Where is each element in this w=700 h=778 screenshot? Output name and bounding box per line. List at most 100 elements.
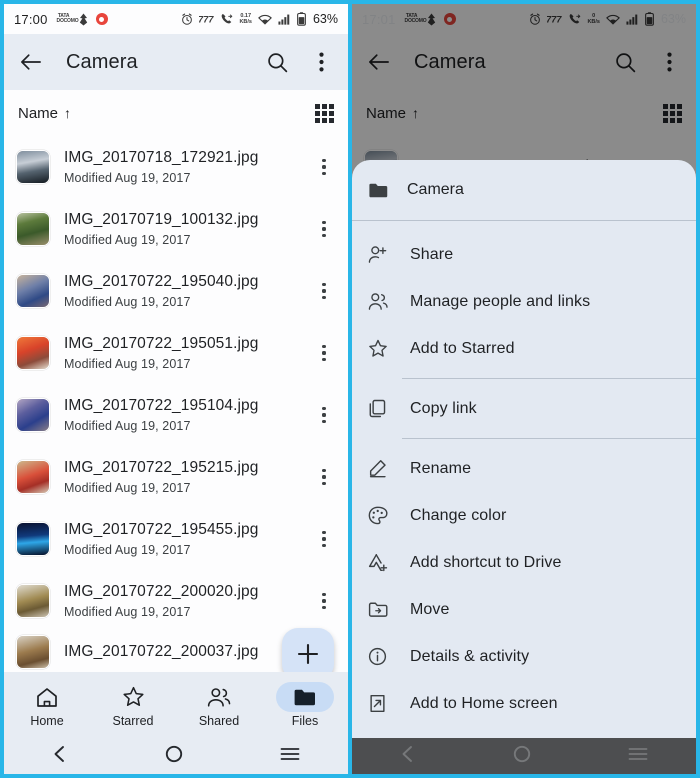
file-modified: Modified Aug 19, 2017 xyxy=(64,543,191,557)
system-home-icon[interactable] xyxy=(165,745,183,768)
menu-item-remove[interactable]: Remove xyxy=(352,727,696,738)
nav-item-starred[interactable]: Starred xyxy=(90,682,176,728)
table-row[interactable]: IMG_20170722_195455.jpg Modified Aug 19,… xyxy=(4,508,348,570)
app-bar: Camera xyxy=(4,34,348,90)
menu-item-add-to-starred[interactable]: Add to Starred xyxy=(352,325,696,372)
page-title: Camera xyxy=(66,50,138,73)
table-row[interactable]: IMG_20170722_195104.jpg Modified Aug 19,… xyxy=(4,384,348,446)
info-icon xyxy=(368,647,392,666)
back-arrow-icon[interactable] xyxy=(18,49,44,75)
network-speed-icon: 0.17 KB/s xyxy=(239,13,252,25)
menu-item-move[interactable]: Move xyxy=(352,586,696,633)
plus-icon xyxy=(297,643,319,665)
nav-label-starred: Starred xyxy=(112,714,154,728)
more-options-icon[interactable] xyxy=(308,49,334,75)
nav-item-home[interactable]: Home xyxy=(4,682,90,728)
file-list: IMG_20170718_172921.jpg Modified Aug 19,… xyxy=(4,136,348,672)
menu-label: Move xyxy=(410,600,450,618)
table-row[interactable]: IMG_20170722_195215.jpg Modified Aug 19,… xyxy=(4,446,348,508)
star-icon xyxy=(368,339,392,358)
status-time: 17:00 xyxy=(14,11,48,27)
vibrate-icon xyxy=(78,13,89,26)
menu-label: Change color xyxy=(410,506,507,524)
menu-item-share[interactable]: Share xyxy=(352,231,696,278)
alarm-icon xyxy=(181,13,193,25)
file-thumbnail xyxy=(16,522,50,556)
file-meta: IMG_20170722_200037.jpg xyxy=(64,643,312,661)
palette-icon xyxy=(368,506,392,525)
file-thumbnail xyxy=(16,398,50,432)
add-home-icon xyxy=(368,694,392,713)
file-name: IMG_20170722_195455.jpg xyxy=(64,521,259,538)
menu-item-add-shortcut-to-drive[interactable]: Add shortcut to Drive xyxy=(352,539,696,586)
file-thumbnail xyxy=(16,274,50,308)
menu-item-change-color[interactable]: Change color xyxy=(352,492,696,539)
menu-item-manage-people-and-links[interactable]: Manage people and links xyxy=(352,278,696,325)
file-thumbnail xyxy=(16,635,50,669)
sort-by-button[interactable]: Name ↑ xyxy=(18,105,71,122)
system-recents-icon[interactable] xyxy=(280,746,300,767)
menu-label: Rename xyxy=(410,459,472,477)
nav-label-home: Home xyxy=(30,714,64,728)
row-more-options-icon[interactable] xyxy=(312,469,336,485)
file-name: IMG_20170722_195040.jpg xyxy=(64,273,259,290)
dnd-777-icon: 777 xyxy=(199,14,214,24)
grid-view-icon[interactable] xyxy=(315,103,334,123)
row-more-options-icon[interactable] xyxy=(312,593,336,609)
file-modified: Modified Aug 19, 2017 xyxy=(64,481,191,495)
people-icon xyxy=(368,292,392,311)
file-name: IMG_20170722_195215.jpg xyxy=(64,459,259,476)
copy-icon xyxy=(368,399,392,418)
sort-label: Name xyxy=(18,104,59,122)
row-more-options-icon[interactable] xyxy=(312,407,336,423)
file-name: IMG_20170718_172921.jpg xyxy=(64,149,259,166)
bottom-navigation: Home Starred Shared Files xyxy=(4,672,348,738)
file-modified: Modified Aug 19, 2017 xyxy=(64,233,191,247)
nav-item-shared[interactable]: Shared xyxy=(176,682,262,728)
left-phone-panel: 17:00 TATA DOCOMO 777 0.17 KB/s 63% Came… xyxy=(0,0,350,778)
menu-item-details-and-activity[interactable]: Details & activity xyxy=(352,633,696,680)
file-meta: IMG_20170722_200020.jpg Modified Aug 19,… xyxy=(64,583,312,619)
file-thumbnail xyxy=(16,150,50,184)
menu-label: Manage people and links xyxy=(410,292,591,310)
call-forward-icon xyxy=(220,13,233,25)
file-thumbnail xyxy=(16,584,50,618)
file-name: IMG_20170722_200020.jpg xyxy=(64,583,259,600)
nav-label-files: Files xyxy=(291,714,319,728)
menu-item-copy-link[interactable]: Copy link xyxy=(352,385,696,432)
row-more-options-icon[interactable] xyxy=(312,221,336,237)
file-name: IMG_20170722_200037.jpg xyxy=(64,643,259,660)
file-name: IMG_20170722_195051.jpg xyxy=(64,335,259,352)
table-row[interactable]: IMG_20170719_100132.jpg Modified Aug 19,… xyxy=(4,198,348,260)
file-modified: Modified Aug 19, 2017 xyxy=(64,605,191,619)
row-more-options-icon[interactable] xyxy=(312,283,336,299)
left-screen: 17:00 TATA DOCOMO 777 0.17 KB/s 63% Came… xyxy=(4,4,348,774)
row-more-options-icon[interactable] xyxy=(312,159,336,175)
file-modified: Modified Aug 19, 2017 xyxy=(64,295,191,309)
person-add-icon xyxy=(368,245,392,264)
row-more-options-icon[interactable] xyxy=(312,345,336,361)
right-phone-panel: 17:01 TATA DOCOMO 777 0 KB/s 63% Camera … xyxy=(350,0,700,778)
carrier-badge-icon: TATA DOCOMO xyxy=(56,12,79,24)
menu-label: Add shortcut to Drive xyxy=(410,553,562,571)
search-icon[interactable] xyxy=(264,49,290,75)
file-thumbnail xyxy=(16,336,50,370)
add-shortcut-icon xyxy=(368,553,392,572)
file-thumbnail xyxy=(16,460,50,494)
menu-label: Copy link xyxy=(410,399,477,417)
nav-item-files[interactable]: Files xyxy=(262,682,348,728)
file-meta: IMG_20170722_195040.jpg Modified Aug 19,… xyxy=(64,273,312,309)
system-back-icon[interactable] xyxy=(52,745,68,768)
battery-icon xyxy=(297,12,306,26)
row-more-options-icon[interactable] xyxy=(312,531,336,547)
file-meta: IMG_20170722_195051.jpg Modified Aug 19,… xyxy=(64,335,312,371)
table-row[interactable]: IMG_20170722_195051.jpg Modified Aug 19,… xyxy=(4,322,348,384)
file-meta: IMG_20170719_100132.jpg Modified Aug 19,… xyxy=(64,211,312,247)
menu-label: Details & activity xyxy=(410,647,530,665)
table-row[interactable]: IMG_20170722_200020.jpg Modified Aug 19,… xyxy=(4,570,348,632)
table-row[interactable]: IMG_20170718_172921.jpg Modified Aug 19,… xyxy=(4,136,348,198)
menu-item-add-to-home-screen[interactable]: Add to Home screen xyxy=(352,680,696,727)
table-row[interactable]: IMG_20170722_195040.jpg Modified Aug 19,… xyxy=(4,260,348,322)
svg-text:777: 777 xyxy=(199,14,214,24)
menu-item-rename[interactable]: Rename xyxy=(352,445,696,492)
